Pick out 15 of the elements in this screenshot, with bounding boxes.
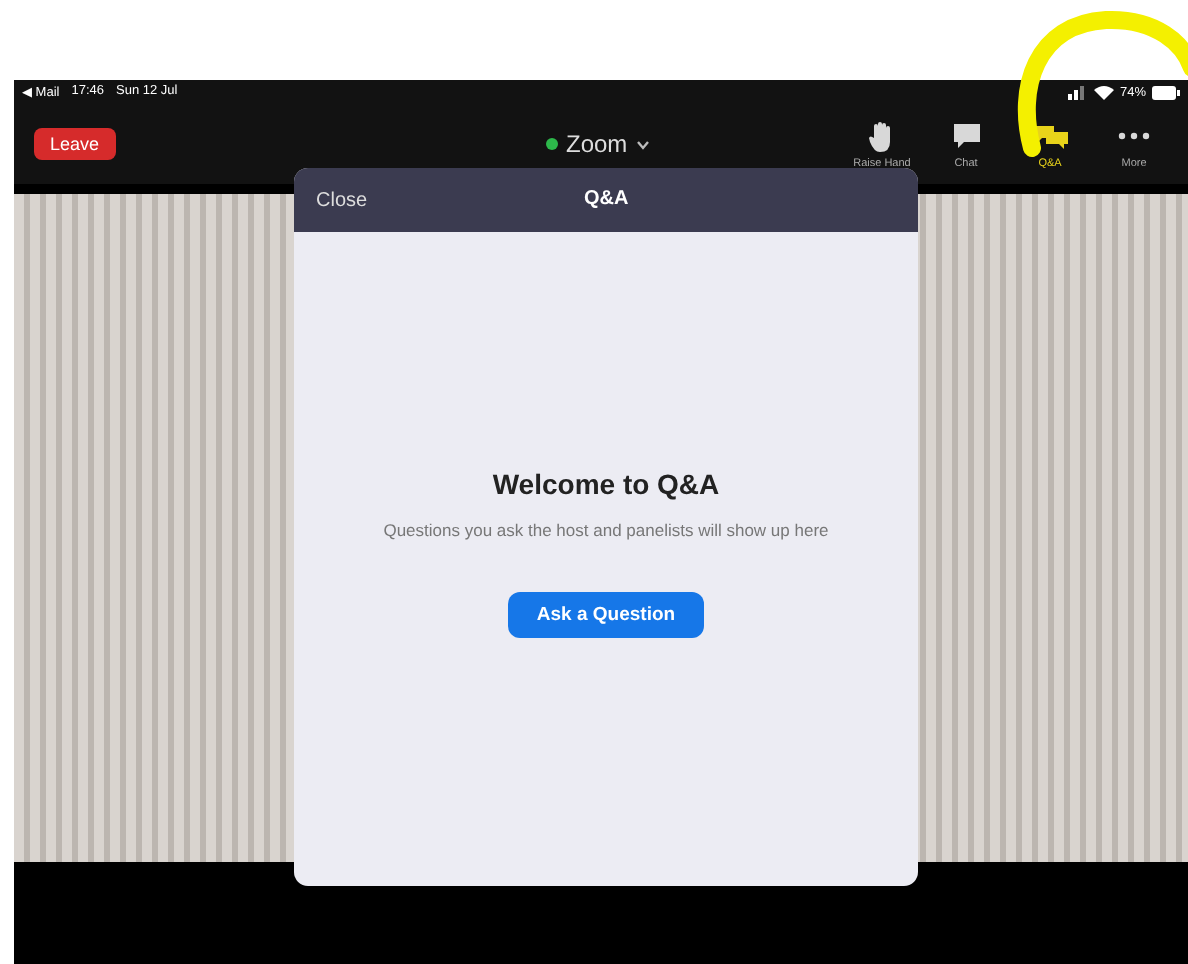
signal-icon <box>1067 85 1088 99</box>
battery-icon <box>1152 85 1180 99</box>
welcome-heading: Welcome to Q&A <box>492 468 720 500</box>
meeting-title-menu[interactable]: Zoom <box>566 130 628 158</box>
wifi-icon <box>1093 84 1114 100</box>
leave-button[interactable]: Leave <box>34 128 116 160</box>
ask-question-button[interactable]: Ask a Question <box>508 592 704 638</box>
empty-message: Questions you ask the host and panelists will show up here <box>383 520 829 540</box>
chat-bubble-icon <box>951 121 981 149</box>
more-icon <box>1118 131 1150 139</box>
dialog-title: Q&A <box>584 188 629 210</box>
caret-icon <box>635 139 650 149</box>
close-button[interactable]: Close <box>316 189 368 211</box>
hand-icon <box>868 119 896 151</box>
chat-bubbles-icon <box>1033 121 1067 149</box>
